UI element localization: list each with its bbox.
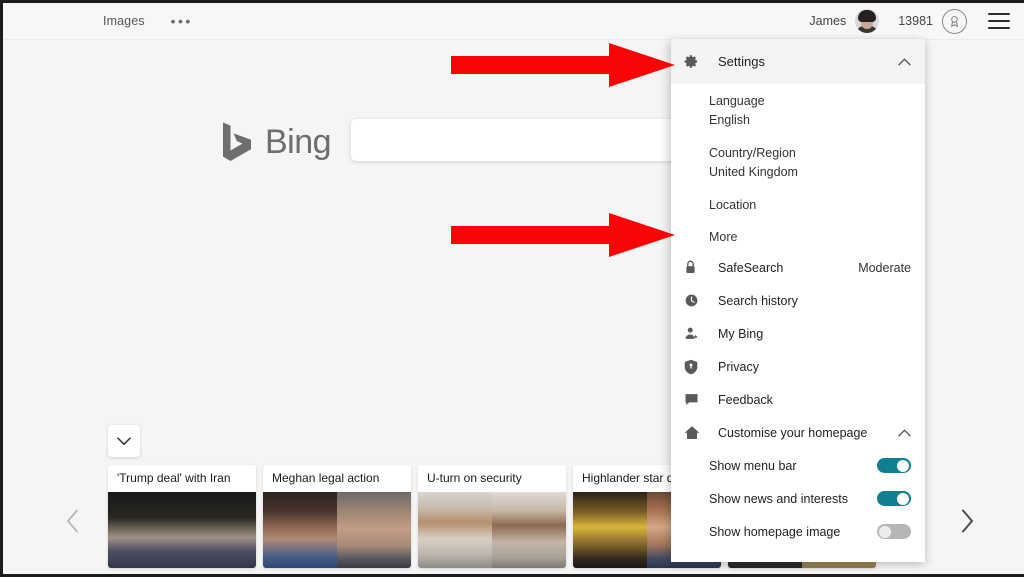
- setting-more-label: More: [709, 230, 738, 244]
- toggle-row-show-menu-bar[interactable]: Show menu bar: [671, 449, 925, 482]
- hamburger-menu-icon[interactable]: [988, 13, 1010, 29]
- chevron-left-icon: [67, 509, 78, 533]
- setting-language-value: English: [709, 113, 750, 127]
- settings-row-search-history[interactable]: Search history: [671, 284, 925, 317]
- news-next-button[interactable]: [949, 503, 985, 539]
- toggle-switch-show-news-and-interests[interactable]: [877, 491, 911, 506]
- news-expand-button[interactable]: [108, 425, 140, 457]
- person-star-icon: [684, 326, 710, 341]
- setting-country-region-value: United Kingdom: [709, 165, 798, 179]
- settings-row-feedback-label: Feedback: [718, 392, 773, 407]
- clock-icon: [684, 293, 710, 308]
- news-card[interactable]: Meghan legal action: [263, 465, 411, 568]
- news-card-image: [263, 492, 411, 568]
- news-card-title: Meghan legal action: [272, 471, 380, 485]
- news-card-title: U-turn on security: [427, 471, 522, 485]
- home-icon: [684, 425, 710, 440]
- toggle-row-show-news-and-interests[interactable]: Show news and interests: [671, 482, 925, 515]
- settings-header-row[interactable]: Settings: [671, 39, 925, 84]
- settings-row-my-bing[interactable]: My Bing: [671, 317, 925, 350]
- chevron-right-icon: [962, 509, 973, 533]
- settings-row-safesearch-value: Moderate: [858, 260, 911, 275]
- bing-brand: Bing: [221, 121, 332, 163]
- settings-row-safesearch-label: SafeSearch: [718, 260, 784, 275]
- news-prev-button[interactable]: [55, 503, 91, 539]
- toggle-switch-show-menu-bar[interactable]: [877, 458, 911, 473]
- gear-icon: [684, 54, 710, 69]
- news-card-image: [108, 492, 256, 568]
- user-name-label: James: [809, 14, 847, 28]
- settings-row-privacy[interactable]: Privacy: [671, 350, 925, 383]
- settings-flyout-panel: Settings Language English Country/Region…: [671, 39, 925, 562]
- top-nav-right-group: James 13981: [809, 3, 1010, 39]
- lock-icon: [684, 260, 710, 275]
- toggle-row-show-homepage-image[interactable]: Show homepage image: [671, 515, 925, 548]
- top-nav-left-group: Images •••: [103, 3, 193, 39]
- settings-header-label: Settings: [718, 54, 765, 69]
- setting-language-label: Language: [709, 94, 765, 108]
- rewards-points-count: 13981: [898, 14, 933, 28]
- setting-location[interactable]: Location: [671, 196, 925, 215]
- settings-row-feedback[interactable]: Feedback: [671, 383, 925, 416]
- top-nav-more-icon[interactable]: •••: [171, 14, 193, 28]
- speech-bubble-icon: [684, 392, 710, 407]
- toggle-label-show-homepage-image: Show homepage image: [709, 524, 841, 539]
- top-nav-images[interactable]: Images: [103, 14, 145, 28]
- rewards-medal-icon[interactable]: [942, 8, 967, 34]
- toggle-label-show-news-and-interests: Show news and interests: [709, 491, 848, 506]
- setting-more[interactable]: More: [671, 228, 925, 247]
- setting-country-region-label: Country/Region: [709, 146, 796, 160]
- bing-logo-icon: [221, 121, 255, 163]
- arrow-to-more: [451, 213, 675, 257]
- settings-row-my-bing-label: My Bing: [718, 326, 764, 341]
- setting-country-region[interactable]: Country/Region United Kingdom: [671, 144, 925, 182]
- bing-wordmark: Bing: [265, 122, 332, 161]
- news-card-image: [418, 492, 566, 568]
- setting-language[interactable]: Language English: [671, 92, 925, 130]
- news-card[interactable]: 'Trump deal' with Iran: [108, 465, 256, 568]
- settings-row-search-history-label: Search history: [718, 293, 798, 308]
- settings-row-safesearch[interactable]: SafeSearch Moderate: [671, 251, 925, 284]
- news-card-title: 'Trump deal' with Iran: [117, 471, 231, 485]
- settings-row-privacy-label: Privacy: [718, 359, 759, 374]
- bing-homepage: Images ••• James 13981 Bing 'Trump deal'…: [0, 0, 1024, 577]
- toggle-switch-show-homepage-image[interactable]: [877, 524, 911, 539]
- top-navigation-bar: Images ••• James 13981: [3, 3, 1024, 40]
- settings-row-customise-homepage[interactable]: Customise your homepage: [671, 416, 925, 449]
- avatar[interactable]: [855, 9, 880, 33]
- news-card[interactable]: U-turn on security: [418, 465, 566, 568]
- shield-icon: [684, 359, 710, 375]
- setting-location-label: Location: [709, 198, 757, 212]
- chevron-down-icon: [117, 437, 131, 445]
- toggle-label-show-menu-bar: Show menu bar: [709, 458, 797, 473]
- settings-row-customise-homepage-label: Customise your homepage: [718, 425, 868, 440]
- settings-fields-list: Language English Country/Region United K…: [671, 84, 925, 251]
- chevron-up-icon[interactable]: [898, 57, 911, 66]
- chevron-up-icon[interactable]: [898, 428, 911, 437]
- arrow-to-settings: [451, 43, 675, 87]
